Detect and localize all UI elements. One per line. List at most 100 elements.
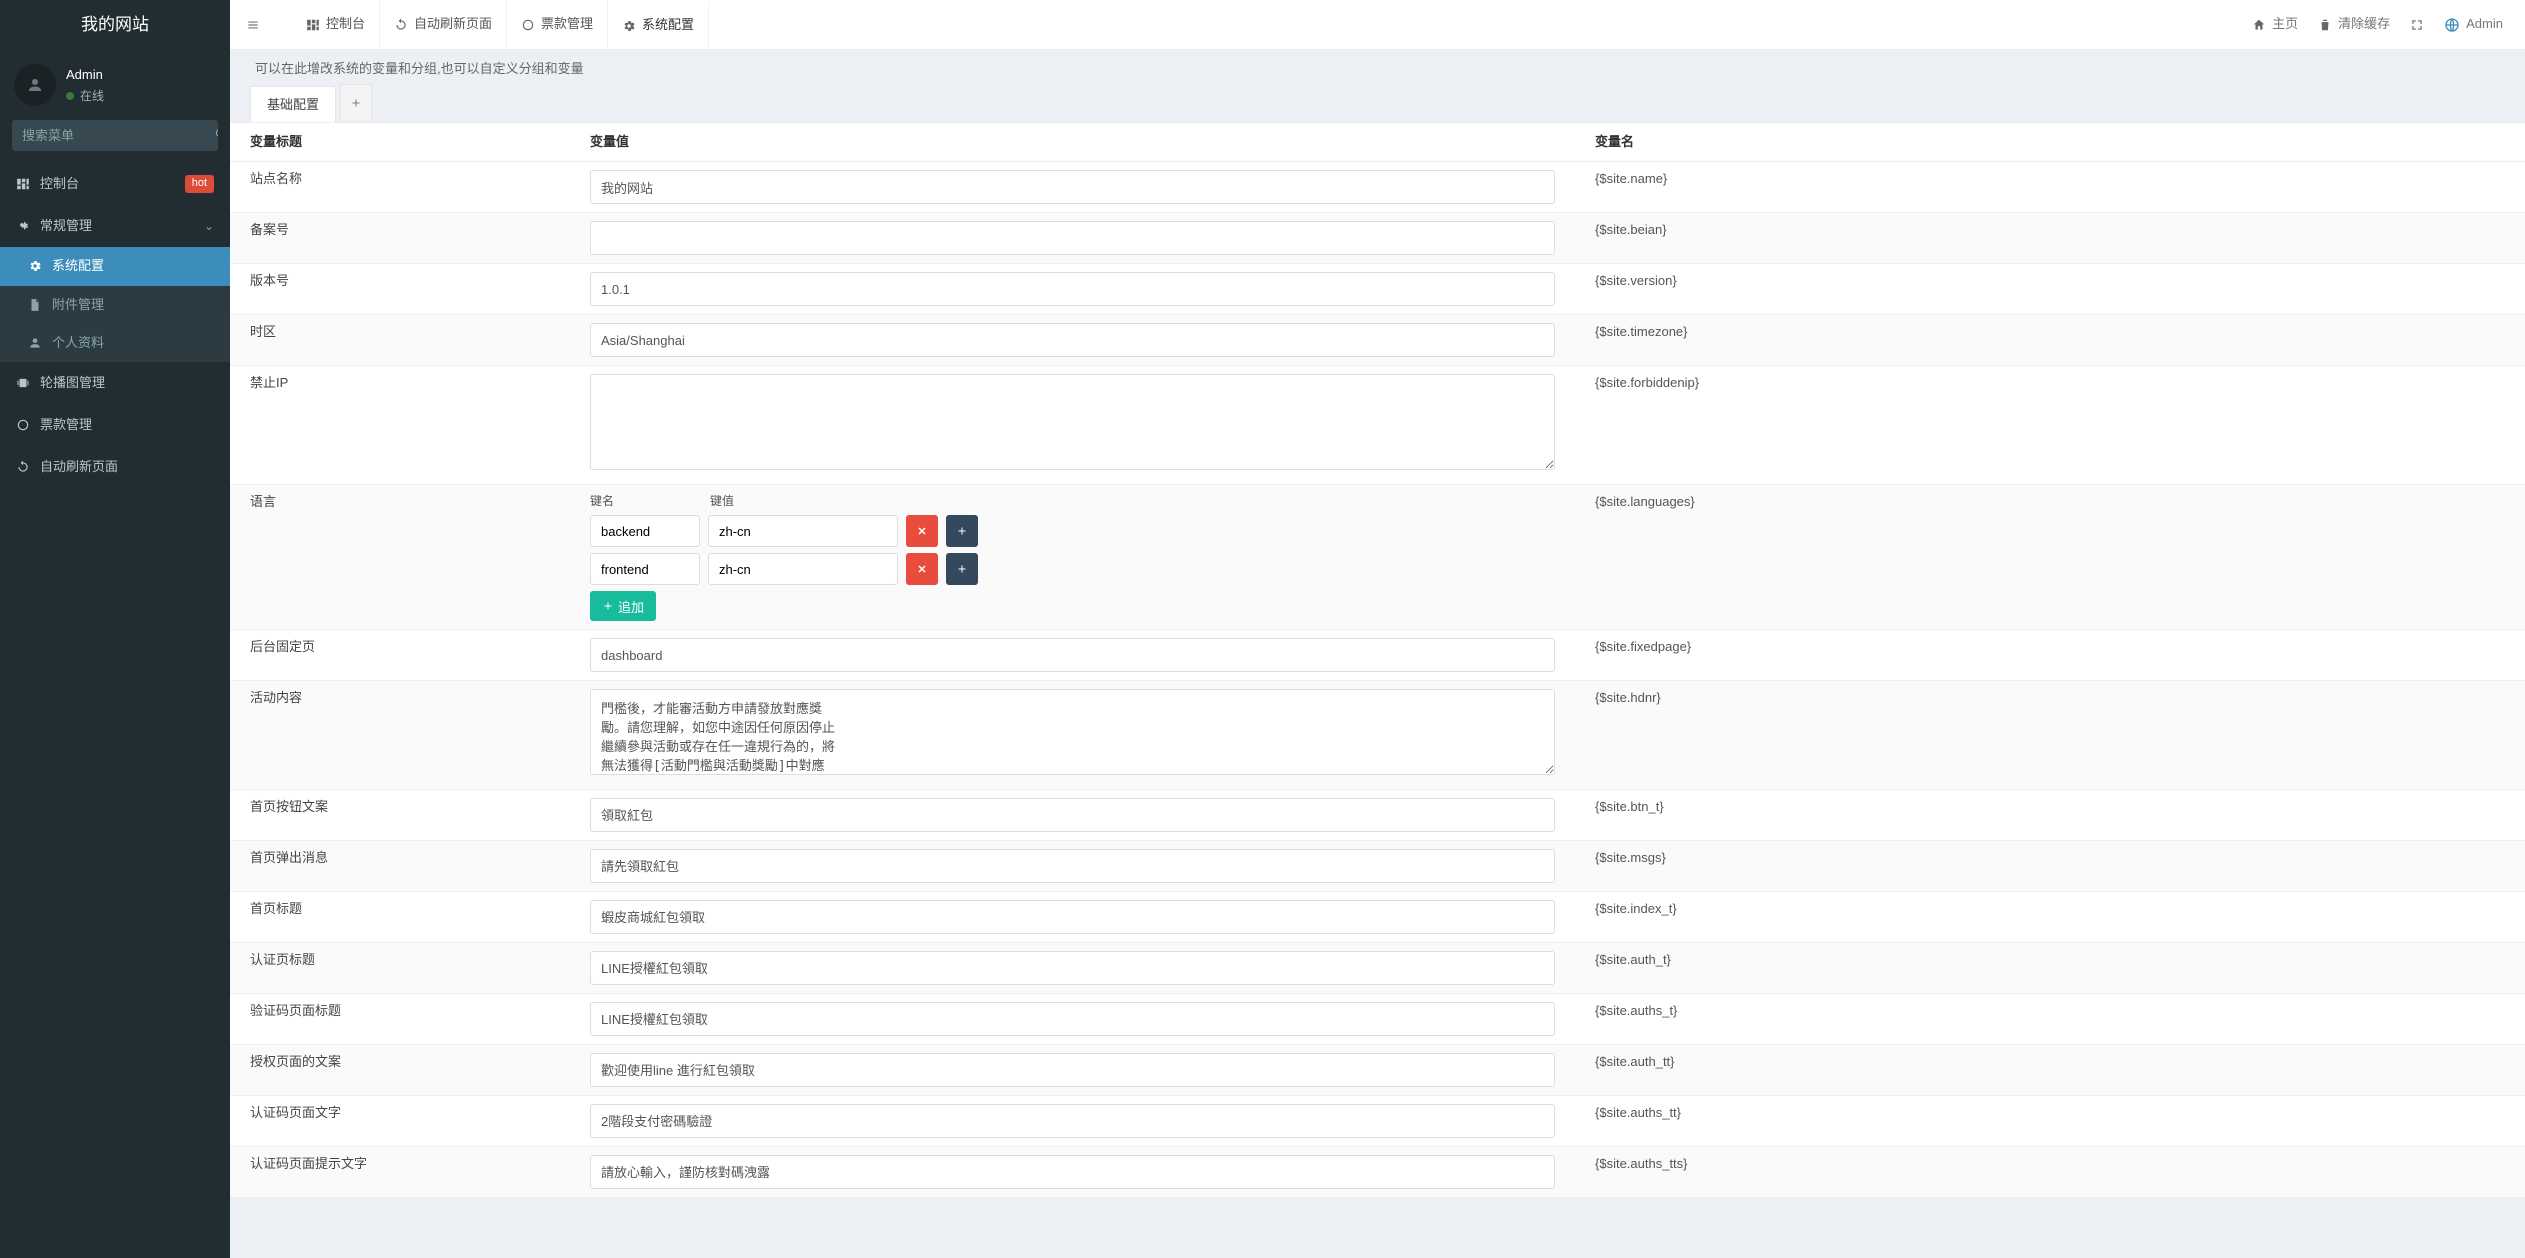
page: 可以在此增改系统的变量和分组,也可以自定义分组和变量 基础配置 变量标题 变量值… xyxy=(230,0,2525,1198)
sidebar-sub-0[interactable]: 系统配置 xyxy=(0,247,230,285)
cfg-textarea-7[interactable]: 門檻後，才能審活動方申請發放對應獎 勵。請您理解，如您中途因任何原因停止 繼續參… xyxy=(590,689,1555,775)
cfg-title: 时区 xyxy=(230,315,570,366)
sidebar-item-1[interactable]: 常规管理⌄ xyxy=(0,205,230,247)
bars-icon xyxy=(246,18,260,32)
cfg-title: 验证码页面标题 xyxy=(230,993,570,1044)
cfg-input-3[interactable] xyxy=(590,323,1555,357)
dashboard-icon xyxy=(306,18,320,32)
cfg-input-2[interactable] xyxy=(590,272,1555,306)
search-input[interactable] xyxy=(12,120,208,151)
user-status: 在线 xyxy=(66,88,104,105)
config-row: 验证码页面标题 {$site.auths_t} xyxy=(230,993,2525,1044)
config-row: 后台固定页 {$site.fixedpage} xyxy=(230,630,2525,681)
brand-logo[interactable]: 我的网站 xyxy=(0,0,230,50)
cfg-title: 认证页标题 xyxy=(230,942,570,993)
top-tab-1[interactable]: 自动刷新页面 xyxy=(380,0,507,49)
cfg-var: {$site.fixedpage} xyxy=(1575,630,2525,681)
cfg-input-8[interactable] xyxy=(590,798,1555,832)
tab-add[interactable] xyxy=(340,84,372,120)
kv-val-0[interactable] xyxy=(708,515,898,547)
kv-add-button[interactable] xyxy=(946,553,978,585)
cfg-var: {$site.beian} xyxy=(1575,213,2525,264)
nav-home[interactable]: 主页 xyxy=(2252,15,2298,33)
cfg-var: {$site.auths_t} xyxy=(1575,993,2525,1044)
trash-icon xyxy=(2318,18,2332,32)
config-tabs: 基础配置 xyxy=(230,84,2525,122)
config-row: 禁止IP {$site.forbiddenip} xyxy=(230,366,2525,484)
kv-remove-button[interactable] xyxy=(906,553,938,585)
sidebar-sub-2[interactable]: 个人资料 xyxy=(0,324,230,362)
cfg-input-13[interactable] xyxy=(590,1053,1555,1087)
top-navbar: 控制台自动刷新页面票款管理系统配置 主页 清除缓存 Admin xyxy=(230,0,2525,50)
cfg-var: {$site.version} xyxy=(1575,264,2525,315)
cfg-title: 站点名称 xyxy=(230,162,570,213)
cfg-var: {$site.auth_t} xyxy=(1575,942,2525,993)
top-tab-3[interactable]: 系统配置 xyxy=(608,0,709,49)
cfg-var: {$site.name} xyxy=(1575,162,2525,213)
cfg-input-12[interactable] xyxy=(590,1002,1555,1036)
cfg-var: {$site.auths_tts} xyxy=(1575,1146,2525,1197)
config-row: 首页弹出消息 {$site.msgs} xyxy=(230,840,2525,891)
tab-basic[interactable]: 基础配置 xyxy=(250,86,336,122)
cfg-title: 备案号 xyxy=(230,213,570,264)
config-row: 活动内容 門檻後，才能審活動方申請發放對應獎 勵。請您理解，如您中途因任何原因停… xyxy=(230,681,2525,789)
cfg-input-1[interactable] xyxy=(590,221,1555,255)
cfg-input-10[interactable] xyxy=(590,900,1555,934)
sidebar: Admin 在线 控制台hot常规管理⌄系统配置附件管理个人资料轮播图管理票款管… xyxy=(0,50,230,1258)
top-tab-0[interactable]: 控制台 xyxy=(292,0,380,49)
nav-fullscreen[interactable] xyxy=(2410,18,2424,32)
top-tab-2[interactable]: 票款管理 xyxy=(507,0,608,49)
chevron-down-icon: ⌄ xyxy=(204,218,214,235)
gear-icon xyxy=(622,19,636,33)
config-row: 备案号 {$site.beian} xyxy=(230,213,2525,264)
kv-append-button[interactable]: 追加 xyxy=(590,591,656,621)
refresh-icon xyxy=(16,460,30,474)
dashboard-icon xyxy=(16,177,30,191)
cfg-input-0[interactable] xyxy=(590,170,1555,204)
circle-icon xyxy=(16,418,30,432)
user-name: Admin xyxy=(66,66,104,84)
page-tabs: 控制台自动刷新页面票款管理系统配置 xyxy=(292,0,709,49)
kv-add-button[interactable] xyxy=(946,515,978,547)
kv-row xyxy=(590,553,1555,585)
config-row: 认证码页面提示文字 {$site.auths_tts} xyxy=(230,1146,2525,1197)
kv-remove-button[interactable] xyxy=(906,515,938,547)
cfg-var: {$site.index_t} xyxy=(1575,891,2525,942)
search-icon xyxy=(214,127,218,141)
config-row: 首页标题 {$site.index_t} xyxy=(230,891,2525,942)
cfg-input-11[interactable] xyxy=(590,951,1555,985)
config-table: 变量标题 变量值 变量名 站点名称 {$site.name}备案号 {$site… xyxy=(230,122,2525,1197)
sidebar-user[interactable]: Admin 在线 xyxy=(0,50,230,120)
config-row: 时区 {$site.timezone} xyxy=(230,315,2525,366)
cfg-textarea-4[interactable] xyxy=(590,374,1555,470)
cfg-input-14[interactable] xyxy=(590,1104,1555,1138)
cfg-input-15[interactable] xyxy=(590,1155,1555,1189)
cfg-title: 首页按钮文案 xyxy=(230,789,570,840)
cfg-var: {$site.auth_tt} xyxy=(1575,1044,2525,1095)
cfg-var: {$site.btn_t} xyxy=(1575,789,2525,840)
config-row: 授权页面的文案 {$site.auth_tt} xyxy=(230,1044,2525,1095)
sidebar-toggle[interactable] xyxy=(230,0,276,49)
nav-clear-cache[interactable]: 清除缓存 xyxy=(2318,15,2390,33)
sidebar-item-4[interactable]: 自动刷新页面 xyxy=(0,446,230,488)
search-button[interactable] xyxy=(208,120,218,151)
carousel-icon xyxy=(16,376,30,390)
cfg-title: 禁止IP xyxy=(230,366,570,484)
cfg-title: 语言 xyxy=(230,484,570,630)
sidebar-item-3[interactable]: 票款管理 xyxy=(0,404,230,446)
cfg-input-9[interactable] xyxy=(590,849,1555,883)
cfg-title: 认证码页面提示文字 xyxy=(230,1146,570,1197)
sidebar-menu: 控制台hot常规管理⌄系统配置附件管理个人资料轮播图管理票款管理自动刷新页面 xyxy=(0,163,230,489)
nav-account[interactable]: Admin xyxy=(2444,15,2503,33)
refresh-icon xyxy=(394,18,408,32)
home-icon xyxy=(2252,18,2266,32)
sidebar-item-2[interactable]: 轮播图管理 xyxy=(0,362,230,404)
gear-icon xyxy=(28,259,42,273)
config-row: 认证码页面文字 {$site.auths_tt} xyxy=(230,1095,2525,1146)
kv-val-1[interactable] xyxy=(708,553,898,585)
cfg-input-6[interactable] xyxy=(590,638,1555,672)
kv-key-0[interactable] xyxy=(590,515,700,547)
sidebar-item-0[interactable]: 控制台hot xyxy=(0,163,230,205)
kv-key-1[interactable] xyxy=(590,553,700,585)
sidebar-sub-1[interactable]: 附件管理 xyxy=(0,286,230,324)
